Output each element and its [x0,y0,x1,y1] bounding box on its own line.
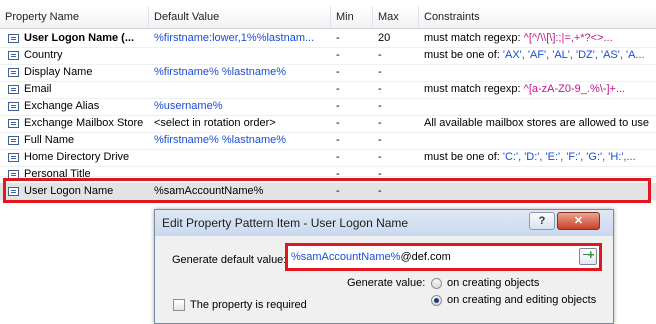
max-cell: - [378,100,382,112]
selected-row-highlight [3,178,651,203]
constraint-value-text: ^[a-zA-Z0-9_.%\-]+... [523,83,626,95]
default-value-cell [149,149,331,166]
table-row[interactable]: User Logon Name (... %firstname:lower,1%%… [0,30,656,48]
min-cell: - [336,66,340,78]
property-name-cell: Exchange Mailbox Store [24,117,144,129]
min-cell: - [336,83,340,95]
property-name-cell: Full Name [24,134,75,146]
property-name-cell: Email [24,83,52,95]
table-row[interactable]: Personal Title - - [0,166,656,180]
generate-default-value-label: Generate default value: [172,254,287,266]
table-row[interactable]: Home Directory Drive - - must be one of: 'C… [0,149,656,167]
table-row[interactable]: Email - - must match regexp: ^[a-zA-Z0-9_.%… [0,81,656,99]
dialog-titlebar[interactable]: Edit Property Pattern Item - User Logon … [155,210,613,236]
constraints-cell [419,64,656,81]
column-header-constraints[interactable]: Constraints [419,6,656,28]
constraint-value-text: 'AX', 'AF', 'AL', 'DZ', 'AS', 'A... [502,49,645,61]
property-required-label[interactable]: The property is required [190,299,307,311]
constraint-rule-text: must be one of: [424,49,503,61]
default-value-input[interactable]: %samAccountName%@def.com [291,248,451,266]
property-required-checkbox[interactable] [173,299,185,311]
constraints-cell: must be one of: 'C:', 'D:', 'E:', 'F:', … [419,149,656,166]
max-cell: - [378,66,382,78]
property-name-cell: Exchange Alias [24,100,100,112]
constraint-rule-text: must be one of: [424,151,503,163]
max-cell: - [378,134,382,146]
max-cell: - [378,117,382,129]
max-cell: 20 [378,32,391,44]
constraint-value-text: 'C:', 'D:', 'E:', 'F:', 'G:', 'H:',... [502,151,636,163]
column-header-default-value[interactable]: Default Value [149,6,331,28]
input-template-token: %samAccountName% [291,251,401,263]
min-cell: - [336,151,340,163]
default-value-cell [149,81,331,98]
constraints-cell [419,98,656,115]
close-button[interactable]: ✕ [557,212,600,230]
property-name-cell: Country [24,49,63,61]
constraint-rule-text: All available mailbox stores are allowed… [424,117,650,129]
property-name-cell: Home Directory Drive [24,151,130,163]
min-cell: - [336,100,340,112]
min-cell: - [336,49,340,61]
table-row[interactable]: Exchange Alias %username% - - [0,98,656,116]
column-header-property-name[interactable]: Property Name [0,6,149,28]
constraints-cell: must be one of: 'AX', 'AF', 'AL', 'DZ', … [419,47,656,64]
max-cell: - [378,83,382,95]
column-header-max[interactable]: Max [373,6,419,28]
radio-on-creating-label[interactable]: on creating objects [447,277,539,289]
constraints-cell [419,132,656,149]
default-value-cell: %firstname% %lastname% [154,66,287,78]
default-value-cell: %firstname:lower,1%%lastnam... [154,32,315,44]
min-cell: - [336,117,340,129]
constraints-cell: must match regexp: ^[^/\\[\]:;|=,+*?<>..… [419,30,656,47]
table-row[interactable]: Full Name %firstname% %lastname% - - [0,132,656,150]
grid-header: Property Name Default Value Min Max Cons… [0,6,656,29]
column-header-min[interactable]: Min [331,6,373,28]
radio-on-creating-and-editing[interactable] [431,295,442,306]
default-value-input-highlight: %samAccountName%@def.com [285,243,602,271]
insert-template-button[interactable] [579,247,597,265]
radio-on-creating[interactable] [431,278,442,289]
constraint-value-text: ^[^/\\[\]:;|=,+*?<>... [523,32,613,44]
radio-on-creating-and-editing-label[interactable]: on creating and editing objects [447,294,596,306]
constraints-cell: must match regexp: ^[a-zA-Z0-9_.%\-]+... [419,81,656,98]
default-value-cell: %username% [154,100,223,112]
default-value-cell: <select in rotation order> [154,117,276,129]
generate-value-label: Generate value: [347,277,426,289]
help-button[interactable]: ? [529,212,555,230]
edit-property-pattern-dialog: Edit Property Pattern Item - User Logon … [154,209,614,324]
max-cell: - [378,49,382,61]
table-row[interactable]: Exchange Mailbox Store <select in rotatio… [0,115,656,133]
property-name-cell: Display Name [24,66,93,78]
property-name-cell: User Logon Name (... [24,32,135,44]
constraint-rule-text: must match regexp: [424,83,524,95]
default-value-cell [149,47,331,64]
max-cell: - [378,151,382,163]
table-row[interactable]: Display Name %firstname% %lastname% - - [0,64,656,82]
table-row[interactable]: Country - - must be one of: 'AX', 'AF', 'AL… [0,47,656,65]
input-literal-text: @def.com [400,251,451,263]
constraint-rule-text: must match regexp: [424,32,524,44]
dialog-title: Edit Property Pattern Item - User Logon … [162,216,409,230]
min-cell: - [336,134,340,146]
default-value-cell: %firstname% %lastname% [154,134,287,146]
constraints-cell: All available mailbox stores are allowed… [419,115,656,132]
min-cell: - [336,32,340,44]
